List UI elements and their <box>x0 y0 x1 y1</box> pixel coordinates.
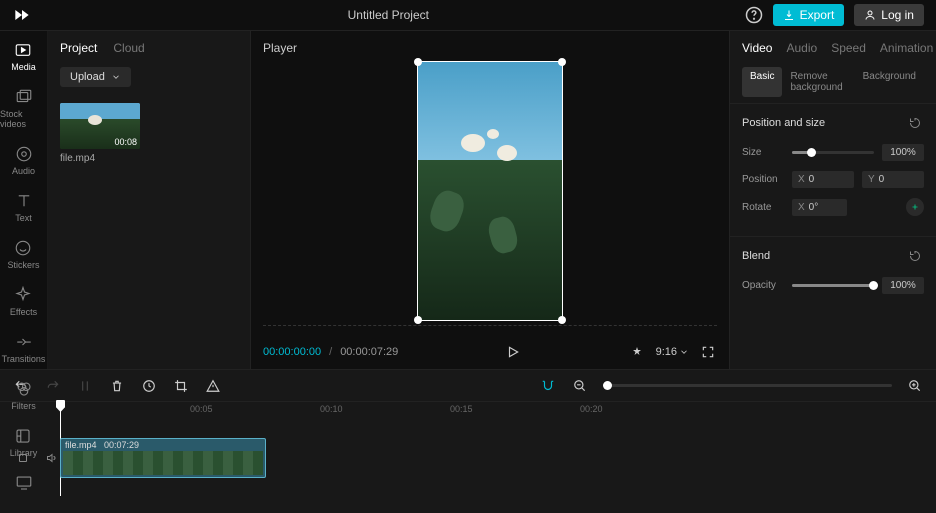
crop-button[interactable] <box>172 377 190 395</box>
reset-position-icon[interactable] <box>906 114 924 132</box>
split-button[interactable] <box>76 377 94 395</box>
zoom-in-button[interactable] <box>906 377 924 395</box>
tool-rail: Media Stock videos Audio Text Stickers E… <box>0 31 48 369</box>
reset-blend-icon[interactable] <box>906 247 924 265</box>
timeline-ruler[interactable]: 00:05 00:10 00:15 00:20 <box>60 402 936 420</box>
subtab-basic[interactable]: Basic <box>742 67 782 97</box>
size-slider[interactable] <box>792 151 874 154</box>
prop-tab-audio[interactable]: Audio <box>786 41 817 55</box>
subtab-remove-bg[interactable]: Remove background <box>782 67 854 97</box>
preview-canvas[interactable] <box>417 61 563 321</box>
rail-stock-videos[interactable]: Stock videos <box>0 88 47 129</box>
rail-stickers[interactable]: Stickers <box>7 239 39 270</box>
resize-handle-tr[interactable] <box>558 58 566 66</box>
timeline: 00:05 00:10 00:15 00:20 file.mp4 00: <box>0 369 936 513</box>
rail-transitions[interactable]: Transitions <box>2 333 46 364</box>
rail-media[interactable]: Media <box>11 41 36 72</box>
timeline-clip[interactable]: file.mp4 00:07:29 <box>60 438 266 478</box>
project-title[interactable]: Untitled Project <box>348 8 429 22</box>
quality-icon[interactable] <box>628 343 646 361</box>
player-scrubber[interactable] <box>263 325 717 337</box>
aspect-ratio-dropdown[interactable]: 9:16 <box>656 346 689 358</box>
media-item-name: file.mp4 <box>60 153 238 164</box>
warning-icon[interactable] <box>204 377 222 395</box>
current-time: 00:00:00:00 <box>263 346 321 358</box>
rail-audio[interactable]: Audio <box>12 145 35 176</box>
section-blend: Blend <box>742 250 770 262</box>
total-time: 00:00:07:29 <box>340 346 398 358</box>
app-logo[interactable] <box>12 5 32 25</box>
prop-tab-speed[interactable]: Speed <box>831 41 866 55</box>
subtab-background[interactable]: Background <box>855 67 924 97</box>
prop-tab-animation[interactable]: Animation <box>880 41 933 55</box>
media-tab-project[interactable]: Project <box>60 41 97 55</box>
zoom-out-button[interactable] <box>571 377 589 395</box>
player-title: Player <box>251 31 729 59</box>
redo-button[interactable] <box>44 377 62 395</box>
track-lock-icon[interactable] <box>14 449 32 467</box>
properties-panel: Video Audio Speed Animation Basic Remove… <box>730 31 936 369</box>
media-item[interactable]: 00:08 file.mp4 <box>48 97 250 170</box>
resize-handle-bl[interactable] <box>414 316 422 324</box>
prop-tab-video[interactable]: Video <box>742 41 772 55</box>
section-position-size: Position and size <box>742 117 825 129</box>
upload-button[interactable]: Upload <box>60 67 131 87</box>
rotate-reset-button[interactable] <box>906 198 924 216</box>
export-button[interactable]: Export <box>773 4 845 26</box>
zoom-slider[interactable] <box>603 384 892 387</box>
size-value[interactable]: 100% <box>882 144 924 161</box>
track-mute-icon[interactable] <box>42 449 60 467</box>
position-y-input[interactable]: Y0 <box>862 171 924 188</box>
rotate-input[interactable]: X0° <box>792 199 847 216</box>
resize-handle-br[interactable] <box>558 316 566 324</box>
rail-effects[interactable]: Effects <box>10 286 37 317</box>
fullscreen-button[interactable] <box>699 343 717 361</box>
media-panel: Project Cloud Upload 00:08 file.mp4 <box>48 31 251 369</box>
speed-tool-button[interactable] <box>140 377 158 395</box>
player-panel: Player 00:00:00:00 / <box>251 31 730 369</box>
resize-handle-tl[interactable] <box>414 58 422 66</box>
position-x-input[interactable]: X0 <box>792 171 854 188</box>
delete-button[interactable] <box>108 377 126 395</box>
opacity-value[interactable]: 100% <box>882 277 924 294</box>
topbar: Untitled Project Export Log in <box>0 0 936 31</box>
opacity-slider[interactable] <box>792 284 874 287</box>
login-button[interactable]: Log in <box>854 4 924 26</box>
play-button[interactable] <box>504 343 522 361</box>
media-tab-cloud[interactable]: Cloud <box>113 41 144 55</box>
media-item-duration: 00:08 <box>114 137 137 147</box>
snap-button[interactable] <box>539 377 557 395</box>
rail-text[interactable]: Text <box>15 192 33 223</box>
help-icon[interactable] <box>745 6 763 24</box>
